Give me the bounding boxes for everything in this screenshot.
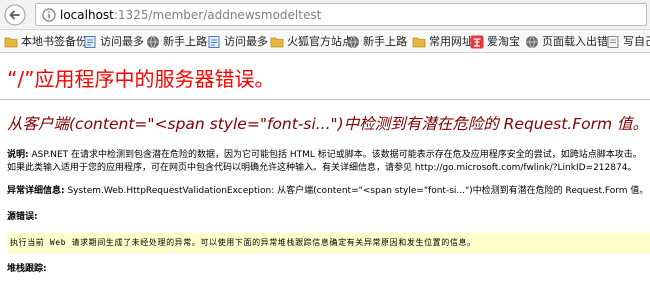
exception-details: 异常详细信息: System.Web.HttpRequestValidation… [7, 185, 648, 198]
error-description: 说明: ASP.NET 在请求中检测到包含潜在危险的数据，因为它可能包括 HTM… [7, 149, 650, 175]
description-text: ASP.NET 在请求中检测到包含潜在危险的数据，因为它可能包括 HTML 标记… [7, 150, 642, 173]
back-arrow-icon [4, 4, 26, 26]
page-info-icon[interactable] [42, 8, 56, 22]
stack-trace-label: 堆栈跟踪: [7, 264, 47, 274]
bookmark-label: 常用网址 [429, 35, 473, 48]
error-subtitle: 从客户端(content="<span style="font-si...")中… [7, 115, 649, 133]
bookmark-label: 爱淘宝 [487, 35, 520, 48]
bookmark-label: 新手上路 [363, 35, 407, 48]
bookmark-label: 页面载入出错 [542, 35, 608, 48]
bookmarks-bar: 本地书签备份 访问最多 新手上路 访问最多 火狐官方站点 新手上路 常用网址 爱… [0, 30, 650, 53]
source-error-heading: 源错误: [7, 211, 38, 224]
bookmark-most-visited[interactable]: 访问最多 [83, 34, 144, 49]
bookmark-page-icon [84, 35, 96, 48]
source-error-box: 执行当前 Web 请求期间生成了未经处理的异常。可以使用下面的异常堆栈跟踪信息确… [7, 233, 650, 253]
bookmark-common-sites[interactable]: 常用网址 [412, 34, 473, 49]
bookmark-getting-started-2[interactable]: 新手上路 [346, 34, 407, 49]
exception-label: 异常详细信息: [7, 186, 65, 196]
browser-toolbar: localhost:1325/member/addnewsmodeltest [0, 0, 650, 30]
bookmark-label: 访问最多 [100, 35, 144, 48]
bookmark-firefox-official[interactable]: 火狐官方站点 [270, 34, 353, 49]
description-label: 说明: [7, 150, 29, 160]
bookmark-label: 火狐官方站点 [287, 35, 353, 48]
bookmark-aitaobao[interactable]: 爱淘宝 [470, 34, 520, 49]
url-text[interactable]: localhost:1325/member/addnewsmodeltest [60, 8, 321, 22]
globe-icon [147, 35, 159, 48]
bookmark-label: 本地书签备份 [21, 35, 87, 48]
url-path: :1325/member/addnewsmodeltest [113, 8, 322, 22]
bookmark-label: 访问最多 [224, 35, 268, 48]
bookmark-most-visited-2[interactable]: 访问最多 [207, 34, 268, 49]
bookmark-label: 写自己 [623, 35, 650, 48]
bookmark-page-load-error[interactable]: 页面载入出错 [525, 34, 608, 49]
address-bar[interactable]: localhost:1325/member/addnewsmodeltest [35, 3, 647, 26]
bookmark-page-icon [208, 35, 220, 48]
stack-trace-heading: 堆栈跟踪: [7, 263, 47, 276]
folder-icon [270, 37, 284, 47]
taobao-icon [470, 35, 484, 48]
bookmark-local-backup[interactable]: 本地书签备份 [4, 34, 87, 49]
bookmark-label: 新手上路 [163, 35, 207, 48]
folder-icon [4, 37, 18, 47]
url-host: localhost [60, 8, 114, 22]
source-error-label: 源错误: [7, 212, 38, 222]
title-divider [0, 99, 650, 100]
folder-icon [412, 37, 426, 47]
page-icon [607, 35, 619, 48]
back-button[interactable] [4, 4, 26, 26]
globe-icon [526, 35, 538, 48]
exception-text: System.Web.HttpRequestValidationExceptio… [64, 186, 649, 196]
error-title: “/”应用程序中的服务器错误。 [7, 67, 275, 91]
bookmark-getting-started[interactable]: 新手上路 [146, 34, 207, 49]
globe-icon [347, 35, 359, 48]
bookmark-write-self[interactable]: 写自己 [606, 34, 650, 49]
